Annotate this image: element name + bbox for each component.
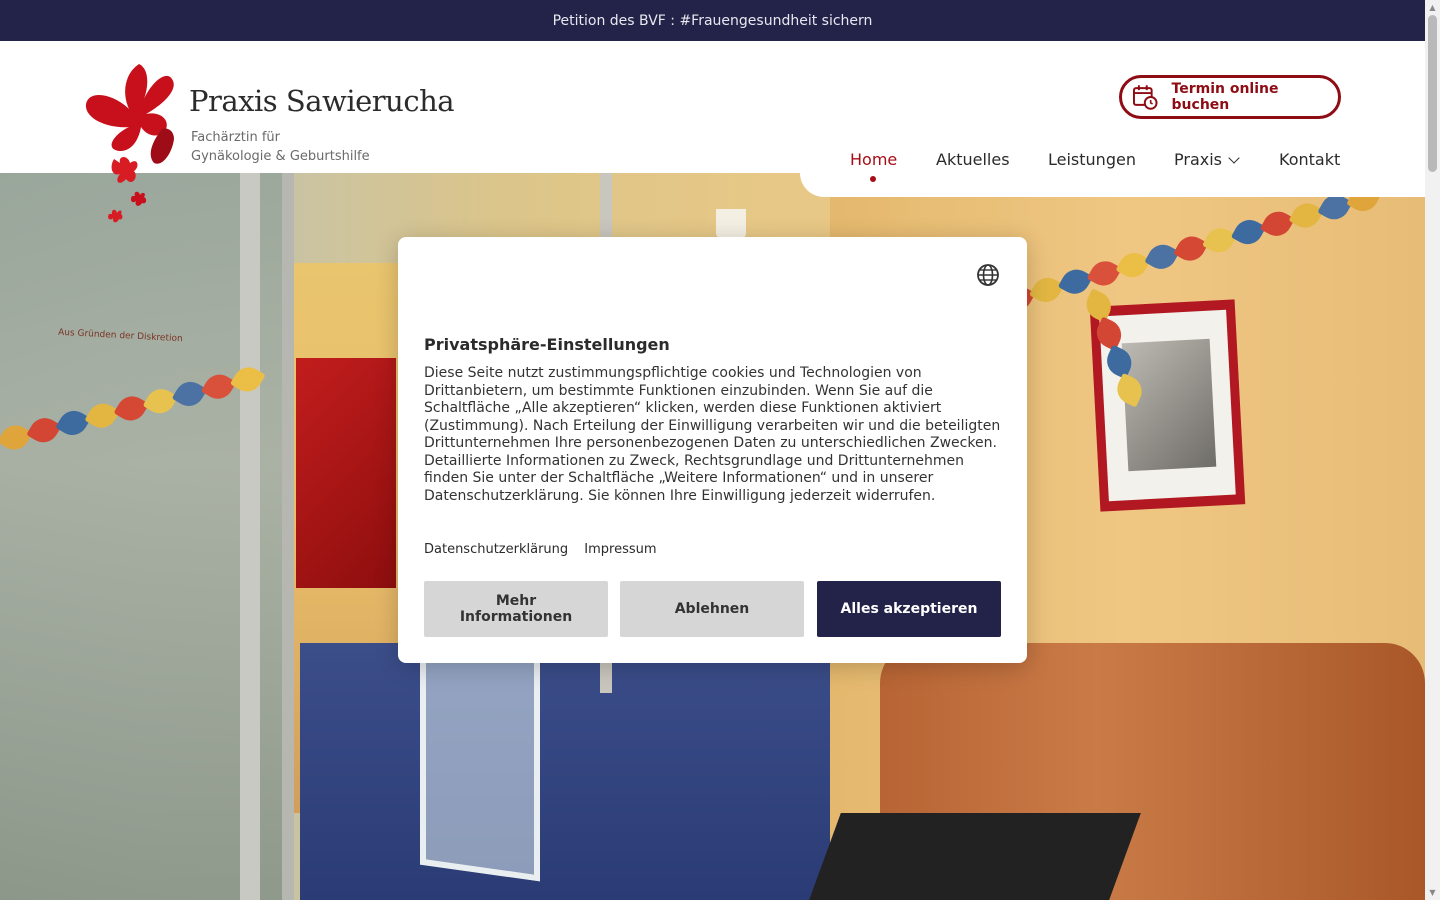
site-title[interactable]: Praxis Sawierucha: [189, 84, 455, 118]
privacy-settings-title: Privatsphäre-Einstellungen: [424, 335, 670, 354]
butterfly-logo-icon[interactable]: [84, 59, 184, 233]
chevron-down-icon: [1228, 152, 1240, 164]
announcement-link[interactable]: Petition des BVF : #Frauengesundheit sic…: [553, 13, 873, 29]
site-subtitle-line1: Fachärztin für: [191, 130, 281, 145]
nav-item-kontakt[interactable]: Kontakt: [1279, 150, 1340, 169]
bench-seat: [809, 813, 1141, 900]
main-nav: Home Aktuelles Leistungen Praxis Kontakt: [0, 150, 1425, 182]
nav-item-label: Kontakt: [1279, 150, 1341, 169]
nav-item-leistungen[interactable]: Leistungen: [1048, 150, 1136, 169]
more-info-label: Mehr Informationen: [459, 593, 573, 625]
ceiling-lamp: [716, 209, 746, 239]
privacy-links: Datenschutzerklärung Impressum: [424, 542, 669, 557]
scroll-down-arrow-icon[interactable]: ▼: [1425, 885, 1440, 900]
nav-item-label: Home: [850, 150, 898, 169]
book-appointment-button[interactable]: Termin online buchen: [1119, 75, 1341, 119]
nav-item-praxis[interactable]: Praxis: [1174, 150, 1240, 169]
globe-icon[interactable]: [976, 263, 1000, 287]
blue-carpet: [300, 643, 860, 900]
calendar-clock-icon: [1132, 85, 1158, 110]
scroll-up-arrow-icon[interactable]: ▲: [1425, 0, 1440, 15]
nav-item-home[interactable]: Home: [850, 150, 897, 169]
announcement-bar[interactable]: Petition des BVF : #Frauengesundheit sic…: [0, 0, 1425, 41]
privacy-policy-link[interactable]: Datenschutzerklärung: [424, 542, 568, 557]
nav-item-label: Leistungen: [1048, 150, 1136, 169]
cookie-consent-dialog: Privatsphäre-Einstellungen Diese Seite n…: [398, 237, 1027, 663]
decline-label: Ablehnen: [674, 601, 750, 617]
imprint-link[interactable]: Impressum: [584, 542, 656, 557]
more-info-button[interactable]: Mehr Informationen: [424, 581, 608, 637]
nav-item-aktuelles[interactable]: Aktuelles: [936, 150, 1010, 169]
page-scrollbar[interactable]: ▲ ▼: [1425, 0, 1440, 900]
nav-item-label: Aktuelles: [936, 150, 1010, 169]
scrollbar-thumb[interactable]: [1428, 15, 1437, 172]
privacy-description: Diese Seite nutzt zustimmungspflichtige …: [424, 365, 1001, 504]
accept-all-label: Alles akzeptieren: [840, 601, 978, 617]
active-indicator-dot: [870, 176, 876, 182]
door-frame: [282, 173, 294, 900]
accept-all-button[interactable]: Alles akzeptieren: [817, 581, 1001, 637]
door-frame: [240, 173, 260, 900]
decline-button[interactable]: Ablehnen: [620, 581, 804, 637]
red-painting: [296, 358, 396, 588]
nav-item-label: Praxis: [1174, 150, 1222, 169]
book-appointment-label: Termin online buchen: [1171, 81, 1279, 113]
